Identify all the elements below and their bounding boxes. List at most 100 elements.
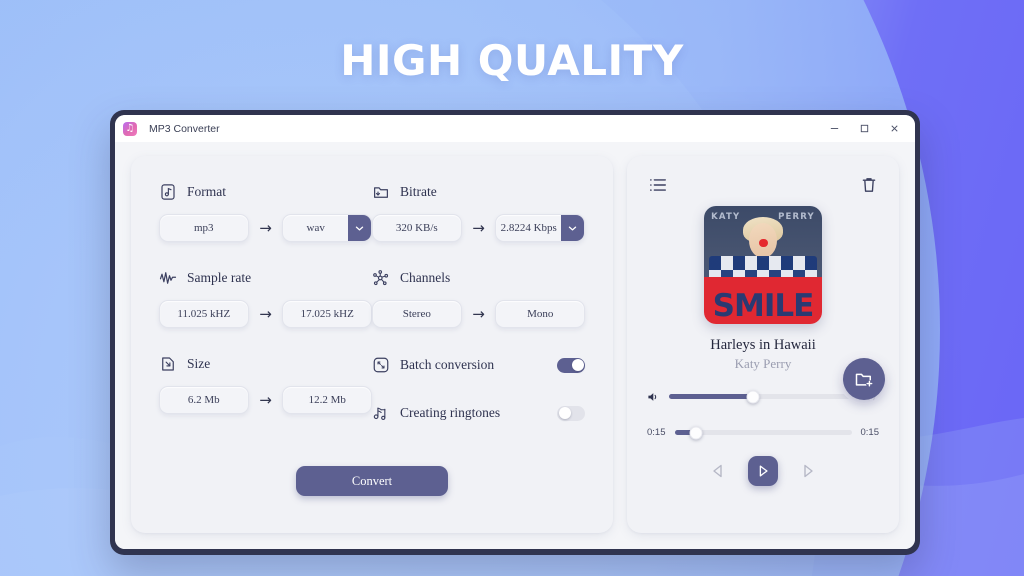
waveform-icon	[159, 272, 177, 284]
album-art-clown-nose	[759, 239, 768, 248]
setting-size-header: Size	[159, 354, 372, 374]
play-icon	[759, 465, 768, 477]
setting-channels: Channels Stereo → Mono	[372, 268, 585, 328]
folder-add-icon	[855, 373, 873, 388]
setting-size: Size 6.2 Mb → 12.2 Mb	[159, 354, 372, 414]
next-track-icon[interactable]	[800, 463, 816, 479]
toggle-knob	[558, 407, 571, 419]
chevron-down-icon	[355, 226, 364, 230]
bitrate-folder-icon	[374, 187, 388, 198]
format-dropdown-button[interactable]	[348, 215, 371, 241]
bitrate-to-select[interactable]: 2.8224 Kbps	[495, 214, 585, 242]
size-arrow: →	[259, 390, 272, 409]
format-to-select[interactable]: wav	[282, 214, 372, 242]
current-time: 0:15	[647, 427, 666, 438]
volume-slider-thumb[interactable]	[746, 390, 760, 403]
progress-slider[interactable]	[674, 426, 852, 439]
setting-creating-ringtones[interactable]: Creating ringtones	[372, 402, 585, 424]
volume-slider[interactable]	[669, 390, 855, 403]
format-arrow: →	[259, 218, 272, 237]
setting-bitrate: Bitrate 320 KB/s → 2.8224 Kbps	[372, 182, 585, 242]
creating-ringtones-toggle[interactable]	[557, 405, 585, 421]
page-title: HIGH QUALITY	[340, 36, 684, 85]
maximize-button[interactable]	[849, 116, 879, 142]
size-to-field[interactable]: 12.2 Mb	[282, 386, 372, 414]
album-art: KATY PERRY SMILE	[704, 206, 822, 324]
playback-controls	[643, 456, 883, 486]
app-icon-glyph: ♫	[125, 122, 135, 134]
titlebar: ♫ MP3 Converter	[115, 115, 915, 142]
total-time: 0:15	[860, 427, 880, 438]
format-to-value: wav	[306, 222, 325, 234]
channels-from-field[interactable]: Stereo	[372, 300, 462, 328]
window-controls	[819, 116, 909, 142]
music-note-app-icon: ♫	[123, 121, 137, 136]
album-art-artist-left: KATY	[711, 211, 741, 222]
setting-channels-header: Channels	[372, 268, 585, 288]
track-title: Harleys in Hawaii	[710, 337, 816, 353]
ringtone-notes-icon	[373, 407, 386, 421]
chevron-down-icon	[568, 226, 577, 230]
app-window: ♫ MP3 Converter Format mp3 → wav Sample …	[110, 110, 920, 555]
bitrate-dropdown-button[interactable]	[561, 215, 584, 241]
album-art-title: SMILE	[712, 287, 815, 324]
batch-conversion-toggle[interactable]	[557, 357, 585, 373]
resize-size-icon	[162, 357, 174, 371]
player-toolbar	[643, 170, 883, 194]
progress-row: 0:15 0:15	[643, 426, 883, 439]
setting-sample-rate-values: 11.025 kHZ → 17.025 kHZ	[159, 300, 372, 328]
minimize-icon	[830, 128, 838, 129]
trash-icon[interactable]	[861, 176, 877, 194]
music-file-icon	[161, 184, 175, 200]
setting-size-label: Size	[187, 356, 211, 371]
setting-creating-ringtones-label: Creating ringtones	[400, 405, 501, 420]
sample-rate-from-field[interactable]: 11.025 kHZ	[159, 300, 249, 328]
sample-rate-to-field[interactable]: 17.025 kHZ	[282, 300, 372, 328]
setting-format-label: Format	[187, 184, 226, 199]
bitrate-from-field[interactable]: 320 KB/s	[372, 214, 462, 242]
setting-batch-conversion-label: Batch conversion	[400, 357, 495, 372]
setting-format-header: Format	[159, 182, 372, 202]
speaker-low-icon[interactable]	[647, 391, 661, 403]
track-artist: Katy Perry	[734, 356, 792, 371]
play-button[interactable]	[748, 456, 778, 486]
playlist-list-icon[interactable]	[649, 177, 667, 193]
channels-arrow: →	[472, 304, 485, 323]
setting-sample-rate: Sample rate 11.025 kHZ → 17.025 kHZ	[159, 268, 372, 328]
progress-slider-thumb[interactable]	[689, 426, 703, 439]
setting-channels-values: Stereo → Mono	[372, 300, 585, 328]
minimize-button[interactable]	[819, 116, 849, 142]
setting-format: Format mp3 → wav	[159, 182, 372, 242]
previous-track-icon[interactable]	[710, 463, 726, 479]
player-card: KATY PERRY SMILE Harleys in Hawaii Katy …	[627, 156, 899, 533]
close-icon	[890, 125, 898, 132]
setting-format-values: mp3 → wav	[159, 214, 372, 242]
bitrate-arrow: →	[472, 218, 485, 237]
app-title: MP3 Converter	[149, 122, 220, 135]
setting-batch-conversion[interactable]: Batch conversion	[372, 354, 585, 376]
setting-channels-label: Channels	[400, 270, 451, 285]
setting-size-values: 6.2 Mb → 12.2 Mb	[159, 386, 372, 414]
convert-button[interactable]: Convert	[296, 466, 448, 496]
close-button[interactable]	[879, 116, 909, 142]
settings-column-left: Format mp3 → wav Sample rate 11.025 kHZ …	[159, 182, 372, 450]
setting-bitrate-label: Bitrate	[400, 184, 437, 199]
setting-bitrate-values: 320 KB/s → 2.8224 Kbps	[372, 214, 585, 242]
folder-add-button[interactable]	[843, 358, 885, 400]
settings-column-right: Bitrate 320 KB/s → 2.8224 Kbps Channels …	[372, 182, 585, 450]
toggle-knob	[571, 359, 584, 371]
settings-grid: Format mp3 → wav Sample rate 11.025 kHZ …	[159, 182, 585, 450]
setting-sample-rate-header: Sample rate	[159, 268, 372, 288]
size-from-field[interactable]: 6.2 Mb	[159, 386, 249, 414]
volume-slider-fill	[669, 394, 753, 399]
sample-rate-arrow: →	[259, 304, 272, 323]
album-art-artist-right: PERRY	[778, 211, 815, 222]
setting-bitrate-header: Bitrate	[372, 182, 585, 202]
convert-button-wrap: Convert	[131, 466, 613, 496]
setting-sample-rate-label: Sample rate	[187, 270, 252, 285]
converter-settings-card: Format mp3 → wav Sample rate 11.025 kHZ …	[131, 156, 613, 533]
channels-node-icon	[373, 270, 389, 286]
batch-expand-icon	[373, 357, 389, 373]
channels-to-field[interactable]: Mono	[495, 300, 585, 328]
format-from-field[interactable]: mp3	[159, 214, 249, 242]
